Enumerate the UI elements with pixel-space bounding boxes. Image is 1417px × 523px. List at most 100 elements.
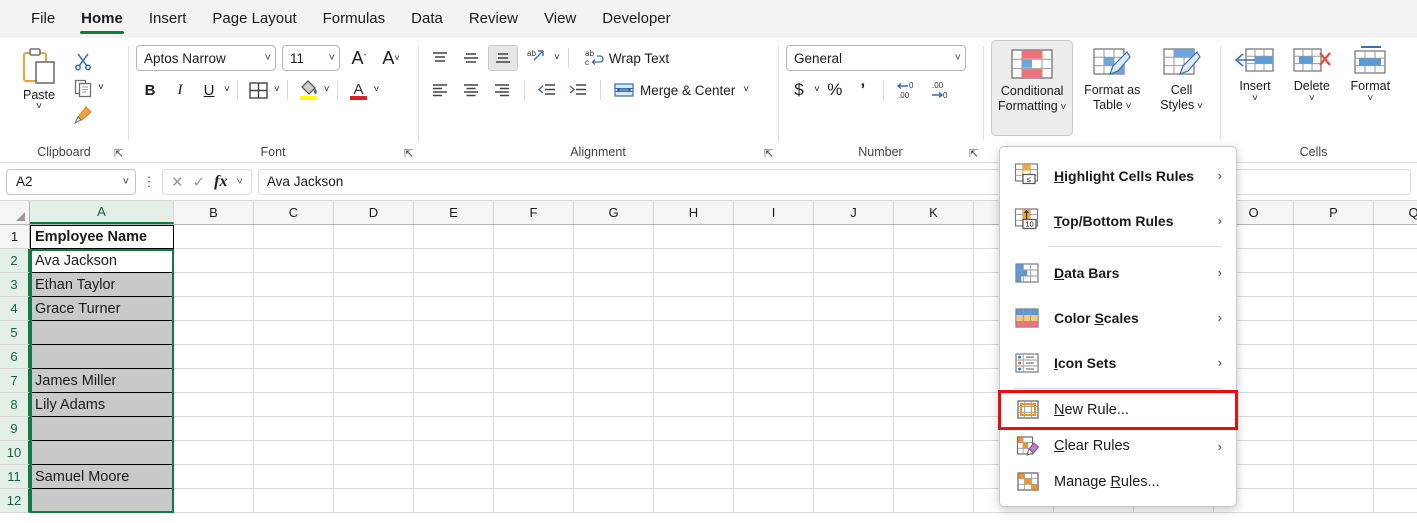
accounting-chevron-down-icon[interactable]: ˅: [814, 85, 820, 95]
cell-H11[interactable]: [654, 465, 734, 489]
cell-P2[interactable]: [1294, 249, 1374, 273]
tab-file[interactable]: File: [18, 0, 68, 38]
cell-I2[interactable]: [734, 249, 814, 273]
cell-P12[interactable]: [1294, 489, 1374, 513]
decrease-decimal-button[interactable]: 0 .00: [891, 77, 923, 103]
column-header-F[interactable]: F: [494, 201, 574, 224]
cell-I10[interactable]: [734, 441, 814, 465]
cell-F7[interactable]: [494, 369, 574, 393]
cell-P9[interactable]: [1294, 417, 1374, 441]
cell-D3[interactable]: [334, 273, 414, 297]
cell-I4[interactable]: [734, 297, 814, 321]
cell-B8[interactable]: [174, 393, 254, 417]
column-header-C[interactable]: C: [254, 201, 334, 224]
formula-input[interactable]: Ava Jackson: [257, 168, 1411, 195]
orientation-chevron-down-icon[interactable]: ˅: [554, 53, 560, 63]
column-header-Q[interactable]: Q: [1374, 201, 1417, 224]
row-header-3[interactable]: 3: [0, 273, 30, 297]
cell-C4[interactable]: [254, 297, 334, 321]
menu-item-manage-rules[interactable]: Manage Rules...: [1000, 464, 1236, 500]
align-right-button[interactable]: [488, 77, 516, 103]
cell-J2[interactable]: [814, 249, 894, 273]
font-dialog-launcher[interactable]: ⇱: [404, 148, 416, 160]
cell-E6[interactable]: [414, 345, 494, 369]
cell-P6[interactable]: [1294, 345, 1374, 369]
cell-F11[interactable]: [494, 465, 574, 489]
cell-D9[interactable]: [334, 417, 414, 441]
cell-D11[interactable]: [334, 465, 414, 489]
align-bottom-button[interactable]: [488, 45, 518, 71]
cell-P4[interactable]: [1294, 297, 1374, 321]
cell-A9[interactable]: [30, 417, 174, 441]
paste-button[interactable]: Paste ˅: [8, 42, 70, 112]
cell-D12[interactable]: [334, 489, 414, 513]
cell-B10[interactable]: [174, 441, 254, 465]
cell-F5[interactable]: [494, 321, 574, 345]
font-name-combo[interactable]: Aptos Narrow ˅: [136, 45, 276, 71]
underline-button[interactable]: U: [196, 77, 222, 103]
underline-chevron-down-icon[interactable]: ˅: [224, 85, 230, 95]
cell-Q5[interactable]: [1374, 321, 1417, 345]
cell-C5[interactable]: [254, 321, 334, 345]
cell-G3[interactable]: [574, 273, 654, 297]
increase-indent-button[interactable]: [564, 77, 592, 103]
cell-J3[interactable]: [814, 273, 894, 297]
merge-chevron-down-icon[interactable]: ˅: [743, 85, 749, 95]
cell-F12[interactable]: [494, 489, 574, 513]
name-box[interactable]: A2 ˅: [6, 168, 136, 195]
cell-Q6[interactable]: [1374, 345, 1417, 369]
row-header-5[interactable]: 5: [0, 321, 30, 345]
cell-K8[interactable]: [894, 393, 974, 417]
decrease-indent-button[interactable]: [533, 77, 561, 103]
cell-F2[interactable]: [494, 249, 574, 273]
align-top-button[interactable]: [426, 45, 454, 71]
chevron-down-icon[interactable]: ˅: [1252, 94, 1258, 104]
accounting-format-button[interactable]: $: [786, 77, 812, 103]
cell-B1[interactable]: [174, 225, 254, 249]
cell-Q2[interactable]: [1374, 249, 1417, 273]
cell-E5[interactable]: [414, 321, 494, 345]
cell-H1[interactable]: [654, 225, 734, 249]
chevron-down-icon[interactable]: ˅: [236, 176, 242, 188]
cell-H3[interactable]: [654, 273, 734, 297]
copy-chevron-down-icon[interactable]: ˅: [98, 83, 104, 93]
cell-A6[interactable]: [30, 345, 174, 369]
chevron-down-icon[interactable]: ˅: [1367, 94, 1373, 104]
cell-E3[interactable]: [414, 273, 494, 297]
cell-P5[interactable]: [1294, 321, 1374, 345]
align-center-button[interactable]: [457, 77, 485, 103]
cell-E11[interactable]: [414, 465, 494, 489]
cell-B6[interactable]: [174, 345, 254, 369]
cell-D7[interactable]: [334, 369, 414, 393]
cell-J5[interactable]: [814, 321, 894, 345]
comma-style-button[interactable]: ’: [850, 77, 876, 103]
cell-B5[interactable]: [174, 321, 254, 345]
tab-view[interactable]: View: [531, 0, 589, 38]
cell-E2[interactable]: [414, 249, 494, 273]
menu-item-highlight-cells-rules[interactable]: ≤ Highlight Cells Rules ›: [1000, 153, 1236, 198]
row-header-12[interactable]: 12: [0, 489, 30, 513]
menu-item-clear-rules[interactable]: Clear Rules ›: [1000, 428, 1236, 464]
column-header-H[interactable]: H: [654, 201, 734, 224]
tab-formulas[interactable]: Formulas: [310, 0, 399, 38]
cell-C7[interactable]: [254, 369, 334, 393]
cell-J1[interactable]: [814, 225, 894, 249]
chevron-down-icon[interactable]: ˅: [36, 102, 42, 112]
menu-item-data-bars[interactable]: Data Bars ›: [1000, 250, 1236, 295]
insert-function-icon[interactable]: fx: [214, 173, 227, 191]
chevron-down-icon[interactable]: ˅: [1194, 101, 1203, 112]
cell-Q1[interactable]: [1374, 225, 1417, 249]
cell-I5[interactable]: [734, 321, 814, 345]
cell-B2[interactable]: [174, 249, 254, 273]
cell-F4[interactable]: [494, 297, 574, 321]
cell-D8[interactable]: [334, 393, 414, 417]
cell-E4[interactable]: [414, 297, 494, 321]
cell-E12[interactable]: [414, 489, 494, 513]
cell-P3[interactable]: [1294, 273, 1374, 297]
chevron-down-icon[interactable]: ˅: [951, 52, 961, 64]
cell-G2[interactable]: [574, 249, 654, 273]
cell-I9[interactable]: [734, 417, 814, 441]
menu-item-top-bottom-rules[interactable]: 10 Top/Bottom Rules ›: [1000, 198, 1236, 243]
column-header-J[interactable]: J: [814, 201, 894, 224]
cell-Q10[interactable]: [1374, 441, 1417, 465]
